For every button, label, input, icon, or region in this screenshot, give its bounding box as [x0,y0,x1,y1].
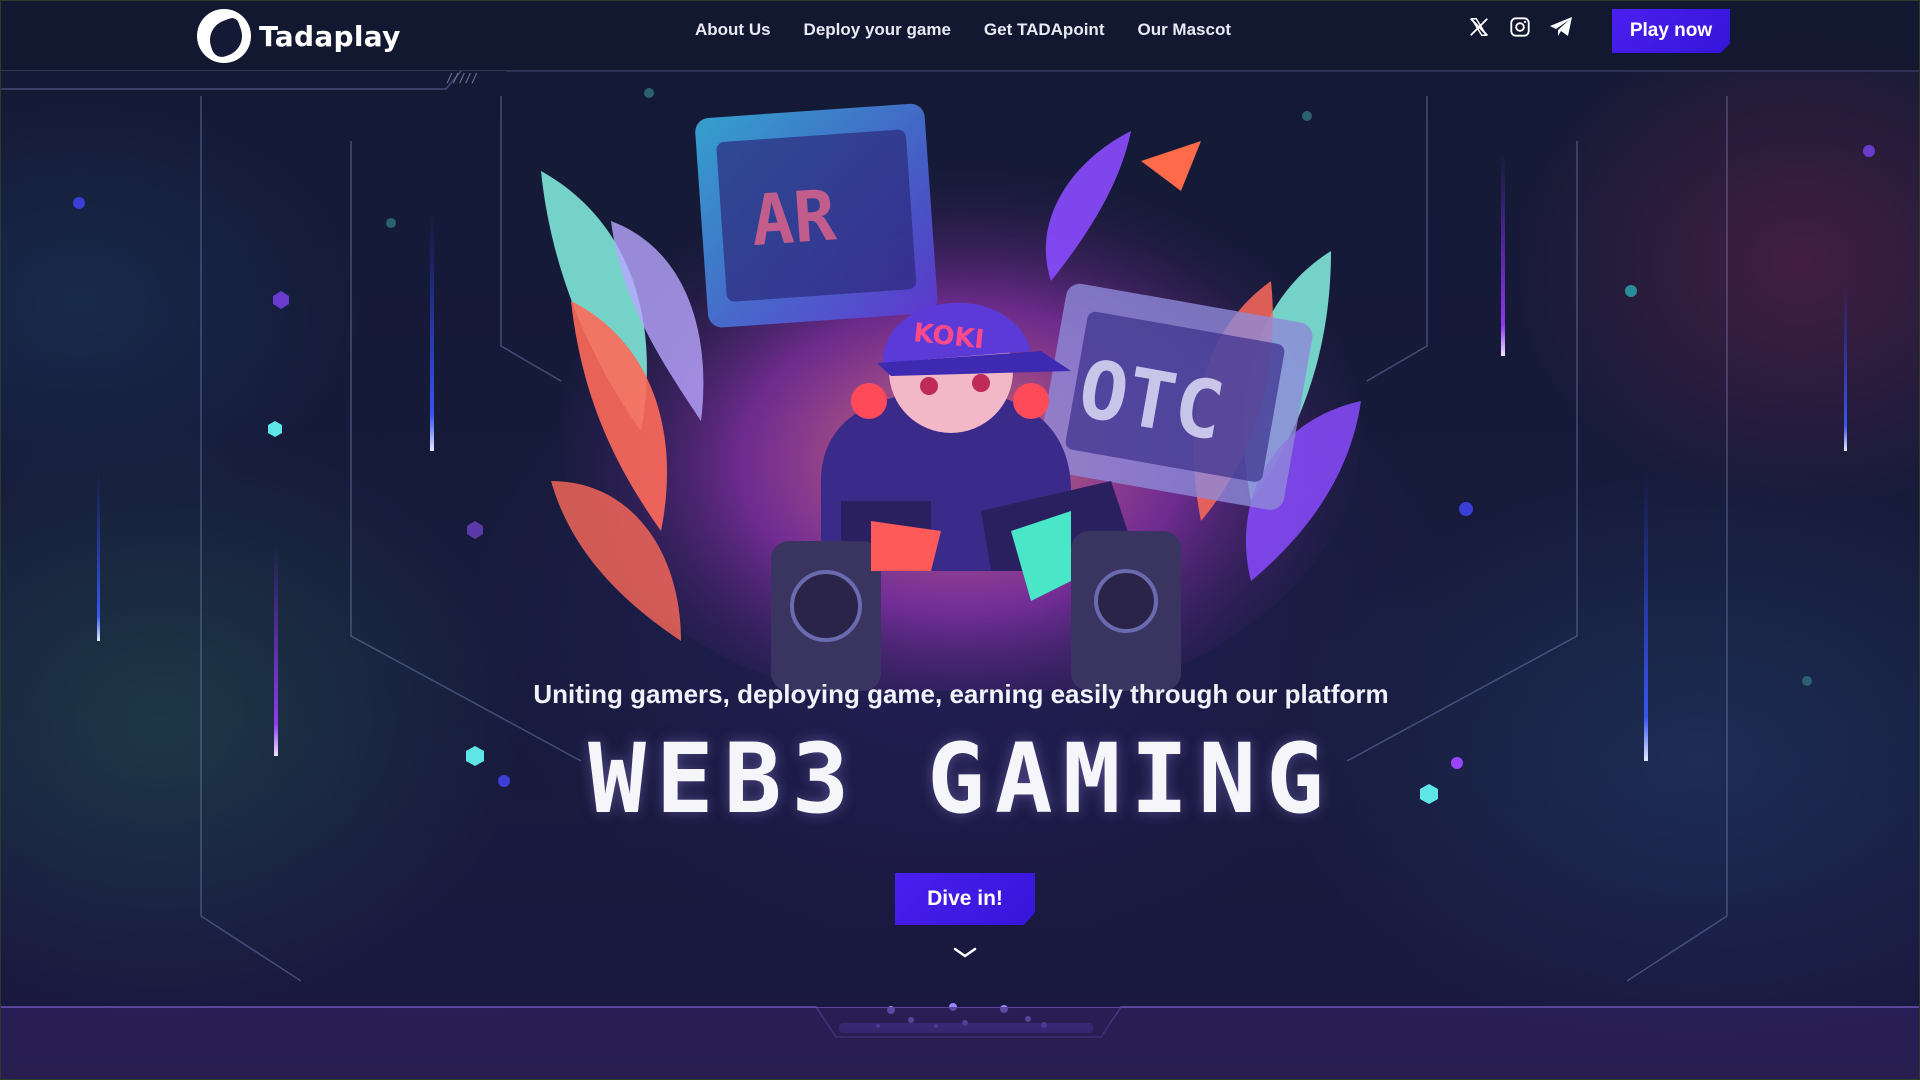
site-header: Tadaplay About Us Deploy your game Get T… [1,1,1919,71]
instagram-icon[interactable] [1508,15,1532,39]
telegram-icon[interactable] [1549,15,1573,39]
hero-tagline: Uniting gamers, deploying game, earning … [533,679,1389,709]
nav-get-tadapoint[interactable]: Get TADApoint [984,20,1105,40]
social-links [1467,15,1573,39]
logo[interactable]: Tadaplay [197,9,401,63]
logo-text: Tadaplay [259,19,401,53]
landing-page: Tadaplay About Us Deploy your game Get T… [0,0,1920,1080]
main-nav: About Us Deploy your game Get TADApoint … [695,20,1231,40]
nav-deploy-your-game[interactable]: Deploy your game [804,20,951,40]
x-twitter-icon[interactable] [1467,15,1491,39]
logo-mark-icon [197,9,251,63]
svg-text:AR: AR [749,174,840,262]
play-now-button[interactable]: Play now [1612,9,1730,53]
nav-our-mascot[interactable]: Our Mascot [1137,20,1231,40]
hero-headline: WEB3 GAMING [588,723,1334,835]
header-notch-decoration: ///// [446,71,478,85]
dive-in-button[interactable]: Dive in! [895,873,1035,925]
nav-about-us[interactable]: About Us [695,20,771,40]
chevron-down-icon[interactable] [951,945,979,961]
mascot-illustration: AR OTC KOKI [541,103,1361,691]
bottom-strip [1,1007,1919,1079]
